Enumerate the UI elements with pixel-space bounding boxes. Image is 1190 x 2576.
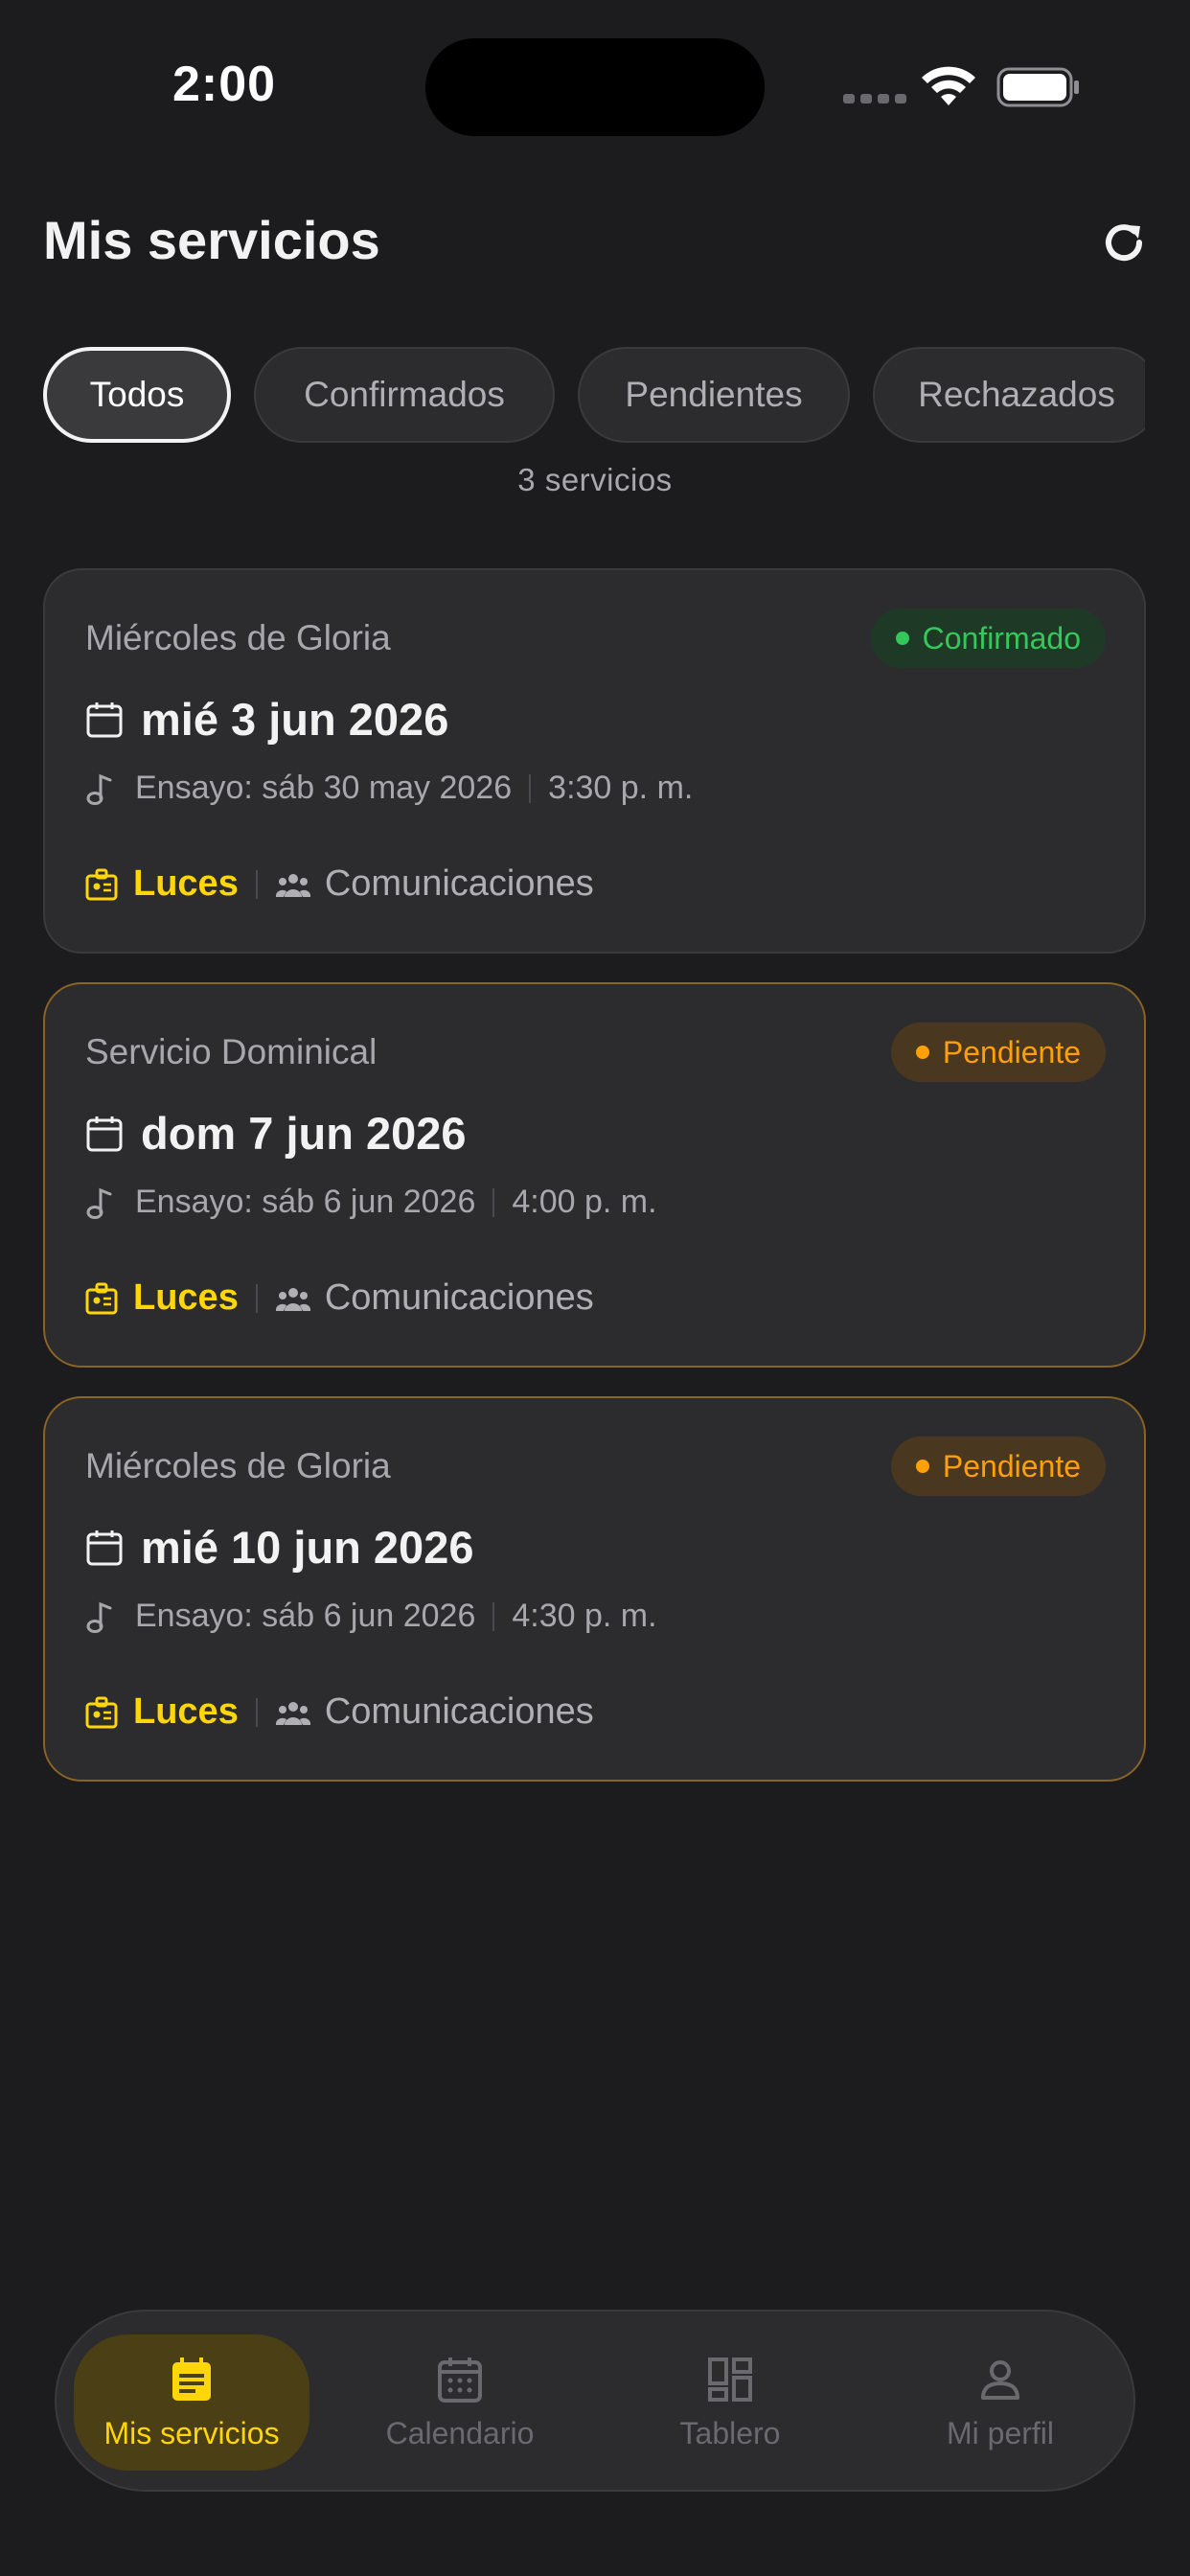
tab-calendario[interactable]: Calendario — [342, 2334, 578, 2471]
wifi-icon — [922, 66, 975, 105]
refresh-icon — [1106, 224, 1143, 262]
filter-chip-confirmados[interactable]: Confirmados — [254, 347, 555, 443]
list-icon — [172, 2357, 211, 2401]
filter-chip-pendientes[interactable]: Pendientes — [578, 347, 850, 443]
service-card[interactable]: Servicio Dominical Pendiente dom 7 jun 2… — [43, 982, 1146, 1368]
service-date: dom 7 jun 2026 — [141, 1108, 467, 1159]
cellular-signal-icon — [843, 94, 906, 104]
badge-icon — [85, 1282, 118, 1314]
badge-icon — [85, 1696, 118, 1728]
dynamic-island — [425, 38, 765, 136]
rehearsal-date: Ensayo: sáb 6 jun 2026 — [135, 1598, 476, 1634]
tab-mi-perfil[interactable]: Mi perfil — [882, 2334, 1118, 2471]
service-title: Miércoles de Gloria — [85, 1446, 391, 1485]
tab-bar: Mis servicios Calendario Tablero Mi perf… — [55, 2310, 1135, 2492]
status-bar: 2:00 — [0, 0, 1190, 144]
calendar-icon — [86, 1530, 123, 1565]
role-label: Luces — [133, 1277, 239, 1318]
tab-tablero[interactable]: Tablero — [612, 2334, 848, 2471]
team-icon — [275, 1701, 310, 1725]
music-note-icon — [86, 1187, 112, 1219]
team-label: Comunicaciones — [324, 1277, 594, 1318]
rehearsal-time: 4:00 p. m. — [512, 1184, 657, 1220]
calendar-icon — [86, 1116, 123, 1151]
service-date: mié 3 jun 2026 — [141, 694, 449, 745]
status-badge: Pendiente — [890, 1023, 1106, 1082]
badge-icon — [85, 868, 118, 900]
tab-mis-servicios[interactable]: Mis servicios — [74, 2334, 309, 2471]
battery-icon — [996, 67, 1079, 107]
rehearsal-date: Ensayo: sáb 6 jun 2026 — [135, 1184, 476, 1220]
role-label: Luces — [133, 1691, 239, 1732]
service-title: Miércoles de Gloria — [85, 618, 391, 657]
calendar-icon — [438, 2357, 482, 2403]
team-label: Comunicaciones — [324, 863, 594, 904]
rehearsal-time: 3:30 p. m. — [548, 770, 694, 806]
service-date: mié 10 jun 2026 — [141, 1522, 474, 1573]
role-label: Luces — [133, 863, 239, 904]
music-note-icon — [86, 773, 112, 805]
service-card[interactable]: Miércoles de Gloria Confirmado mié 3 jun… — [43, 568, 1146, 954]
status-time: 2:00 — [172, 57, 277, 112]
page-title: Mis servicios — [43, 210, 380, 270]
team-label: Comunicaciones — [324, 1691, 594, 1732]
refresh-button[interactable] — [1094, 213, 1154, 272]
calendar-icon — [86, 702, 123, 737]
service-title: Servicio Dominical — [85, 1032, 378, 1071]
profile-icon — [981, 2359, 1019, 2400]
filter-chip-rechazados[interactable]: Rechazados — [873, 347, 1145, 443]
service-card[interactable]: Miércoles de Gloria Pendiente mié 10 jun… — [43, 1396, 1146, 1782]
status-badge: Confirmado — [870, 609, 1106, 668]
status-badge: Pendiente — [890, 1437, 1106, 1496]
music-note-icon — [86, 1601, 112, 1633]
team-icon — [275, 1287, 310, 1311]
filter-chips: Todos Confirmados Pendientes Rechazados — [43, 347, 1145, 443]
team-icon — [275, 873, 310, 897]
filter-chip-todos[interactable]: Todos — [43, 347, 231, 443]
rehearsal-date: Ensayo: sáb 30 may 2026 — [135, 770, 513, 806]
rehearsal-time: 4:30 p. m. — [512, 1598, 657, 1634]
service-count: 3 servicios — [517, 462, 673, 497]
dashboard-icon — [708, 2357, 752, 2402]
